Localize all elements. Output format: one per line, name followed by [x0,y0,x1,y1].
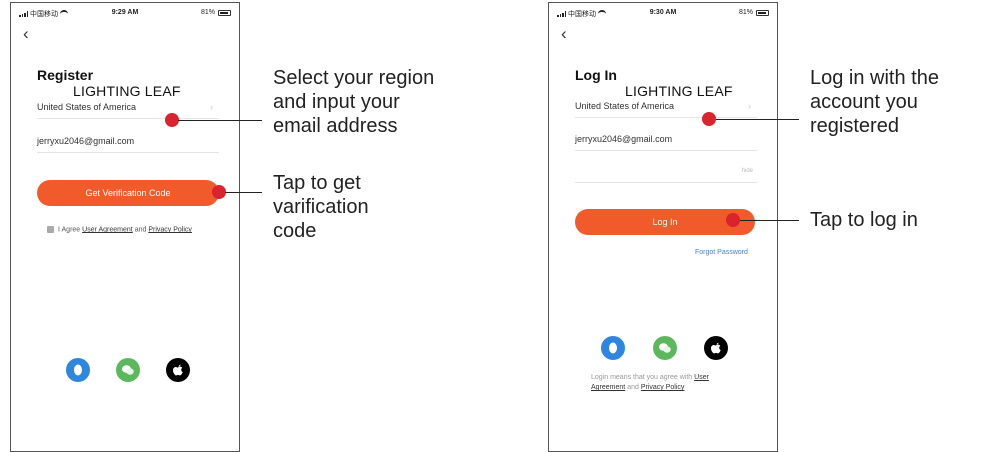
region-selector[interactable]: United States of America › [37,102,219,119]
back-button[interactable]: ‹ [561,25,567,42]
region-selector[interactable]: United States of America › [575,101,757,118]
apple-login-button[interactable] [704,336,728,360]
callout-tap-login: Tap to log in [810,209,918,231]
agreement-row: I Agree User Agreement and Privacy Polic… [47,226,192,233]
callout-verification: Tap to get varification code [273,171,369,243]
brand-label: LIGHTING LEAF [625,83,733,99]
callout-login-account-line1: Log in with the [810,67,939,89]
callout-login-account: Log in with the account you registered [810,66,939,138]
user-agreement-link-part2[interactable]: Agreement [591,384,625,391]
battery-status: 81% [739,9,769,16]
battery-status: 81% [201,9,231,16]
forgot-password-link[interactable]: Forgot Password [695,249,748,256]
legal-and: and [627,384,639,391]
wechat-login-button[interactable] [116,358,140,382]
user-agreement-link[interactable]: User Agreement [82,226,133,233]
qq-login-button[interactable] [601,336,625,360]
user-agreement-link-part1[interactable]: User [694,374,709,381]
battery-percent: 81% [200,9,215,16]
leader-line-login-account [716,119,799,120]
email-value: jerryxu2046@gmail.com [575,134,673,144]
status-bar: 中国移动 9:29 AM 81% [11,9,239,21]
callout-region-line3: email address [273,115,398,137]
marker-verification [212,185,226,199]
callout-region-line2: and input your [273,91,400,113]
wechat-login-button[interactable] [653,336,677,360]
qq-icon [74,364,82,376]
apple-icon [173,364,183,376]
battery-icon [756,9,769,16]
legal-prefix: Login means that you agree with [591,374,693,381]
login-legal-text: Login means that you agree with User Agr… [591,373,751,393]
callout-region-line1: Select your region [273,67,435,89]
email-field[interactable]: jerryxu2046@gmail.com [575,134,757,151]
leader-line-region [178,120,262,121]
battery-icon [218,9,231,16]
callout-verification-line2: varification [273,196,369,218]
callout-login-account-line2: account you [810,91,918,113]
page-title: Register [37,67,94,83]
battery-percent: 81% [738,9,753,16]
apple-icon [711,342,721,354]
qq-icon [609,342,617,354]
get-verification-code-button[interactable]: Get Verification Code [37,180,219,206]
callout-verification-line1: Tap to get [273,172,361,194]
password-visibility-icon[interactable]: hide [742,168,753,174]
login-phone-screen: 中国移动 9:30 AM 81% ‹ Log In LIGHTING LEAF … [548,2,778,452]
leader-line-login-button [740,220,799,221]
email-field[interactable]: jerryxu2046@gmail.com [37,136,219,153]
leader-line-verification [225,192,262,193]
marker-login-account [702,112,716,126]
callout-login-account-line3: registered [810,115,899,137]
brand-label: LIGHTING LEAF [73,83,181,99]
wechat-icon [659,343,671,353]
agree-and: and [134,226,147,234]
register-phone-screen: 中国移动 9:29 AM 81% ‹ Register LIGHTING LEA… [10,2,240,452]
callout-region: Select your region and input your email … [273,66,434,138]
page-title: Log In [575,67,617,83]
chevron-right-icon: › [210,102,213,112]
privacy-policy-link[interactable]: Privacy Policy [641,384,685,391]
email-value: jerryxu2046@gmail.com [37,136,135,146]
agree-checkbox[interactable] [47,226,54,233]
region-value: United States of America [575,101,675,111]
apple-login-button[interactable] [166,358,190,382]
region-value: United States of America [37,102,137,112]
callout-verification-line3: code [273,220,317,242]
chevron-right-icon: › [748,101,751,111]
agree-prefix: I Agree [58,226,81,234]
status-bar: 中国移动 9:30 AM 81% [549,9,777,21]
marker-login-button [726,213,740,227]
marker-region [165,113,179,127]
privacy-policy-link[interactable]: Privacy Policy [148,226,192,233]
back-button[interactable]: ‹ [23,25,29,42]
qq-login-button[interactable] [66,358,90,382]
wechat-icon [122,365,134,375]
password-field[interactable]: hide [575,166,757,183]
